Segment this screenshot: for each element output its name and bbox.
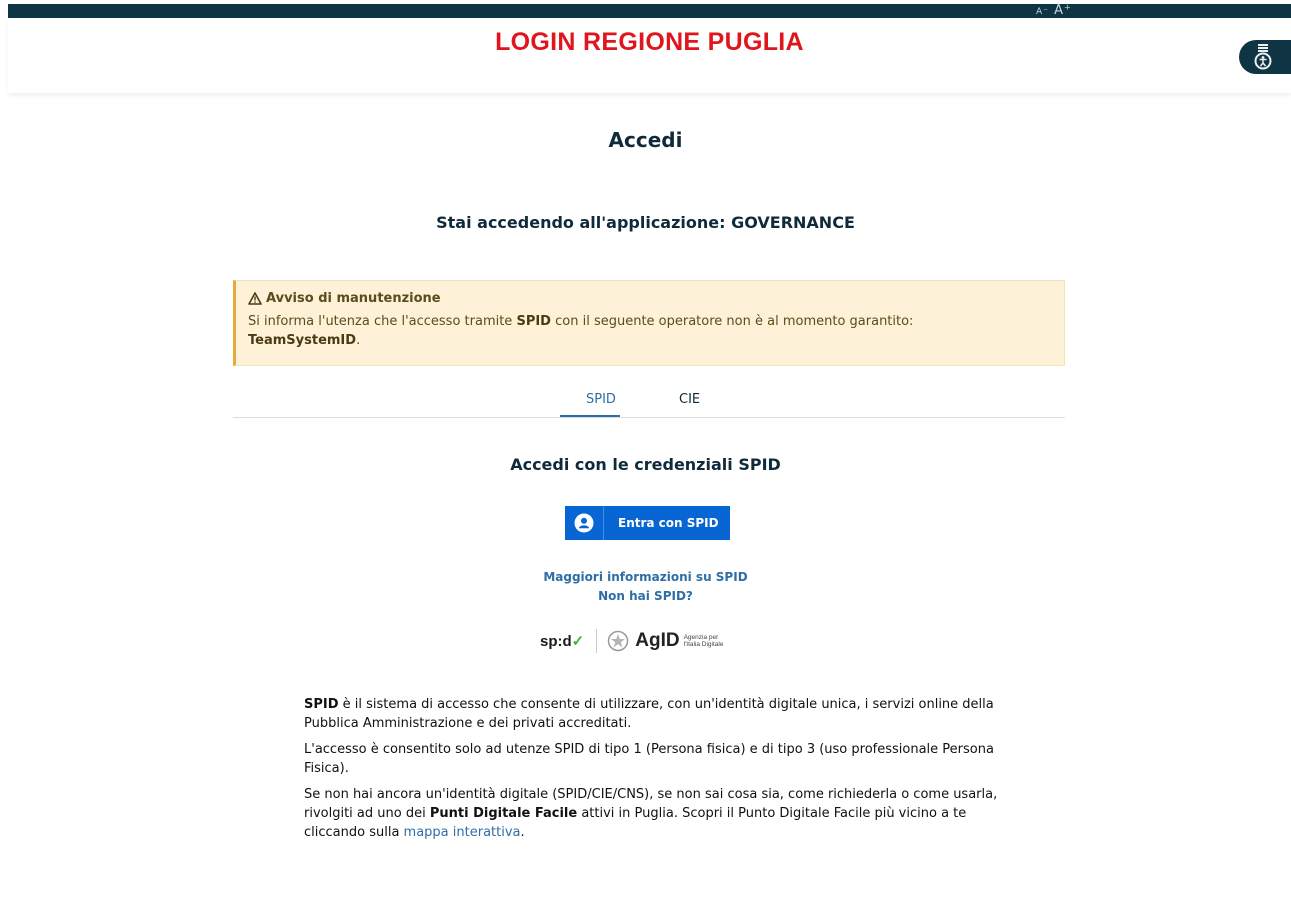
active-tab-indicator: [560, 415, 620, 417]
description-text: è il sistema di accesso che consente di …: [304, 697, 994, 731]
spid-logo-text: sp:d: [540, 633, 572, 650]
description-paragraph: L'accesso è consentito solo ad utenze SP…: [304, 742, 994, 776]
interactive-map-link[interactable]: mappa interattiva: [404, 825, 521, 840]
page-title: Accedi: [608, 128, 683, 152]
application-subtitle: Stai accedendo all'applicazione: GOVERNA…: [436, 213, 855, 232]
spid-agid-logos: sp:d✓ AgID Agenzia per l'Italia Digitale: [540, 628, 723, 654]
login-tabs: SPID CIE: [233, 386, 1065, 418]
font-size-controls: A⁻ A⁺: [1036, 4, 1072, 19]
description-paragraph: Se non hai ancora un'identità digitale (…: [304, 785, 1004, 842]
alert-spid-bold: SPID: [516, 314, 551, 329]
spid-logo: sp:d✓: [540, 632, 584, 650]
more-info-spid-link[interactable]: Maggiori informazioni su SPID: [543, 570, 747, 584]
description-text: .: [520, 825, 525, 840]
spid-section-title: Accedi con le credenziali SPID: [510, 455, 781, 474]
alert-title: Avviso di manutenzione: [266, 291, 441, 306]
logo-divider: [596, 629, 598, 653]
alert-operator: TeamSystemID: [248, 333, 357, 348]
alert-text-mid: con il seguente operatore non è al momen…: [550, 314, 914, 329]
alert-text: Si informa l'utenza che l'accesso tramit…: [248, 314, 517, 329]
alert-text-end: .: [356, 333, 361, 348]
brand-title[interactable]: LOGIN REGIONE PUGLIA: [8, 28, 1291, 57]
checkmark-icon: ✓: [571, 633, 585, 650]
maintenance-alert: Avviso di manutenzione Si informa l'uten…: [233, 280, 1065, 366]
accessibility-icon: [1254, 44, 1272, 70]
spid-description: SPID è il sistema di accesso che consent…: [304, 695, 1004, 849]
tab-spid[interactable]: SPID: [586, 392, 616, 407]
no-spid-link[interactable]: Non hai SPID?: [598, 589, 693, 603]
alert-header: Avviso di manutenzione: [248, 291, 1052, 306]
agid-sub-line2: l'Italia Digitale: [683, 641, 724, 648]
spid-login-label: Entra con SPID: [618, 516, 719, 530]
spid-login-button[interactable]: Entra con SPID: [565, 506, 730, 540]
emblem-icon: [608, 630, 629, 652]
agid-logo: AgID: [635, 630, 680, 651]
top-bar: A⁻ A⁺: [8, 4, 1291, 18]
description-paragraph: SPID è il sistema di accesso che consent…: [304, 695, 1004, 733]
font-increase-button[interactable]: A⁺: [1054, 3, 1072, 18]
agid-sub-line1: Agenzia per: [683, 634, 719, 641]
user-icon: [565, 506, 604, 540]
punti-digitale-bold: Punti Digitale Facile: [429, 806, 578, 821]
spid-bold: SPID: [304, 697, 339, 712]
accessibility-button[interactable]: [1239, 40, 1291, 74]
font-decrease-button[interactable]: A⁻: [1036, 7, 1049, 17]
tab-cie[interactable]: CIE: [679, 392, 700, 407]
warning-icon: [248, 292, 262, 305]
spid-links: Maggiori informazioni su SPID Non hai SP…: [0, 567, 1291, 605]
alert-body: Si informa l'utenza che l'accesso tramit…: [248, 312, 1052, 350]
header: LOGIN REGIONE PUGLIA: [8, 18, 1291, 93]
agid-subtitle: Agenzia per l'Italia Digitale: [684, 634, 724, 648]
